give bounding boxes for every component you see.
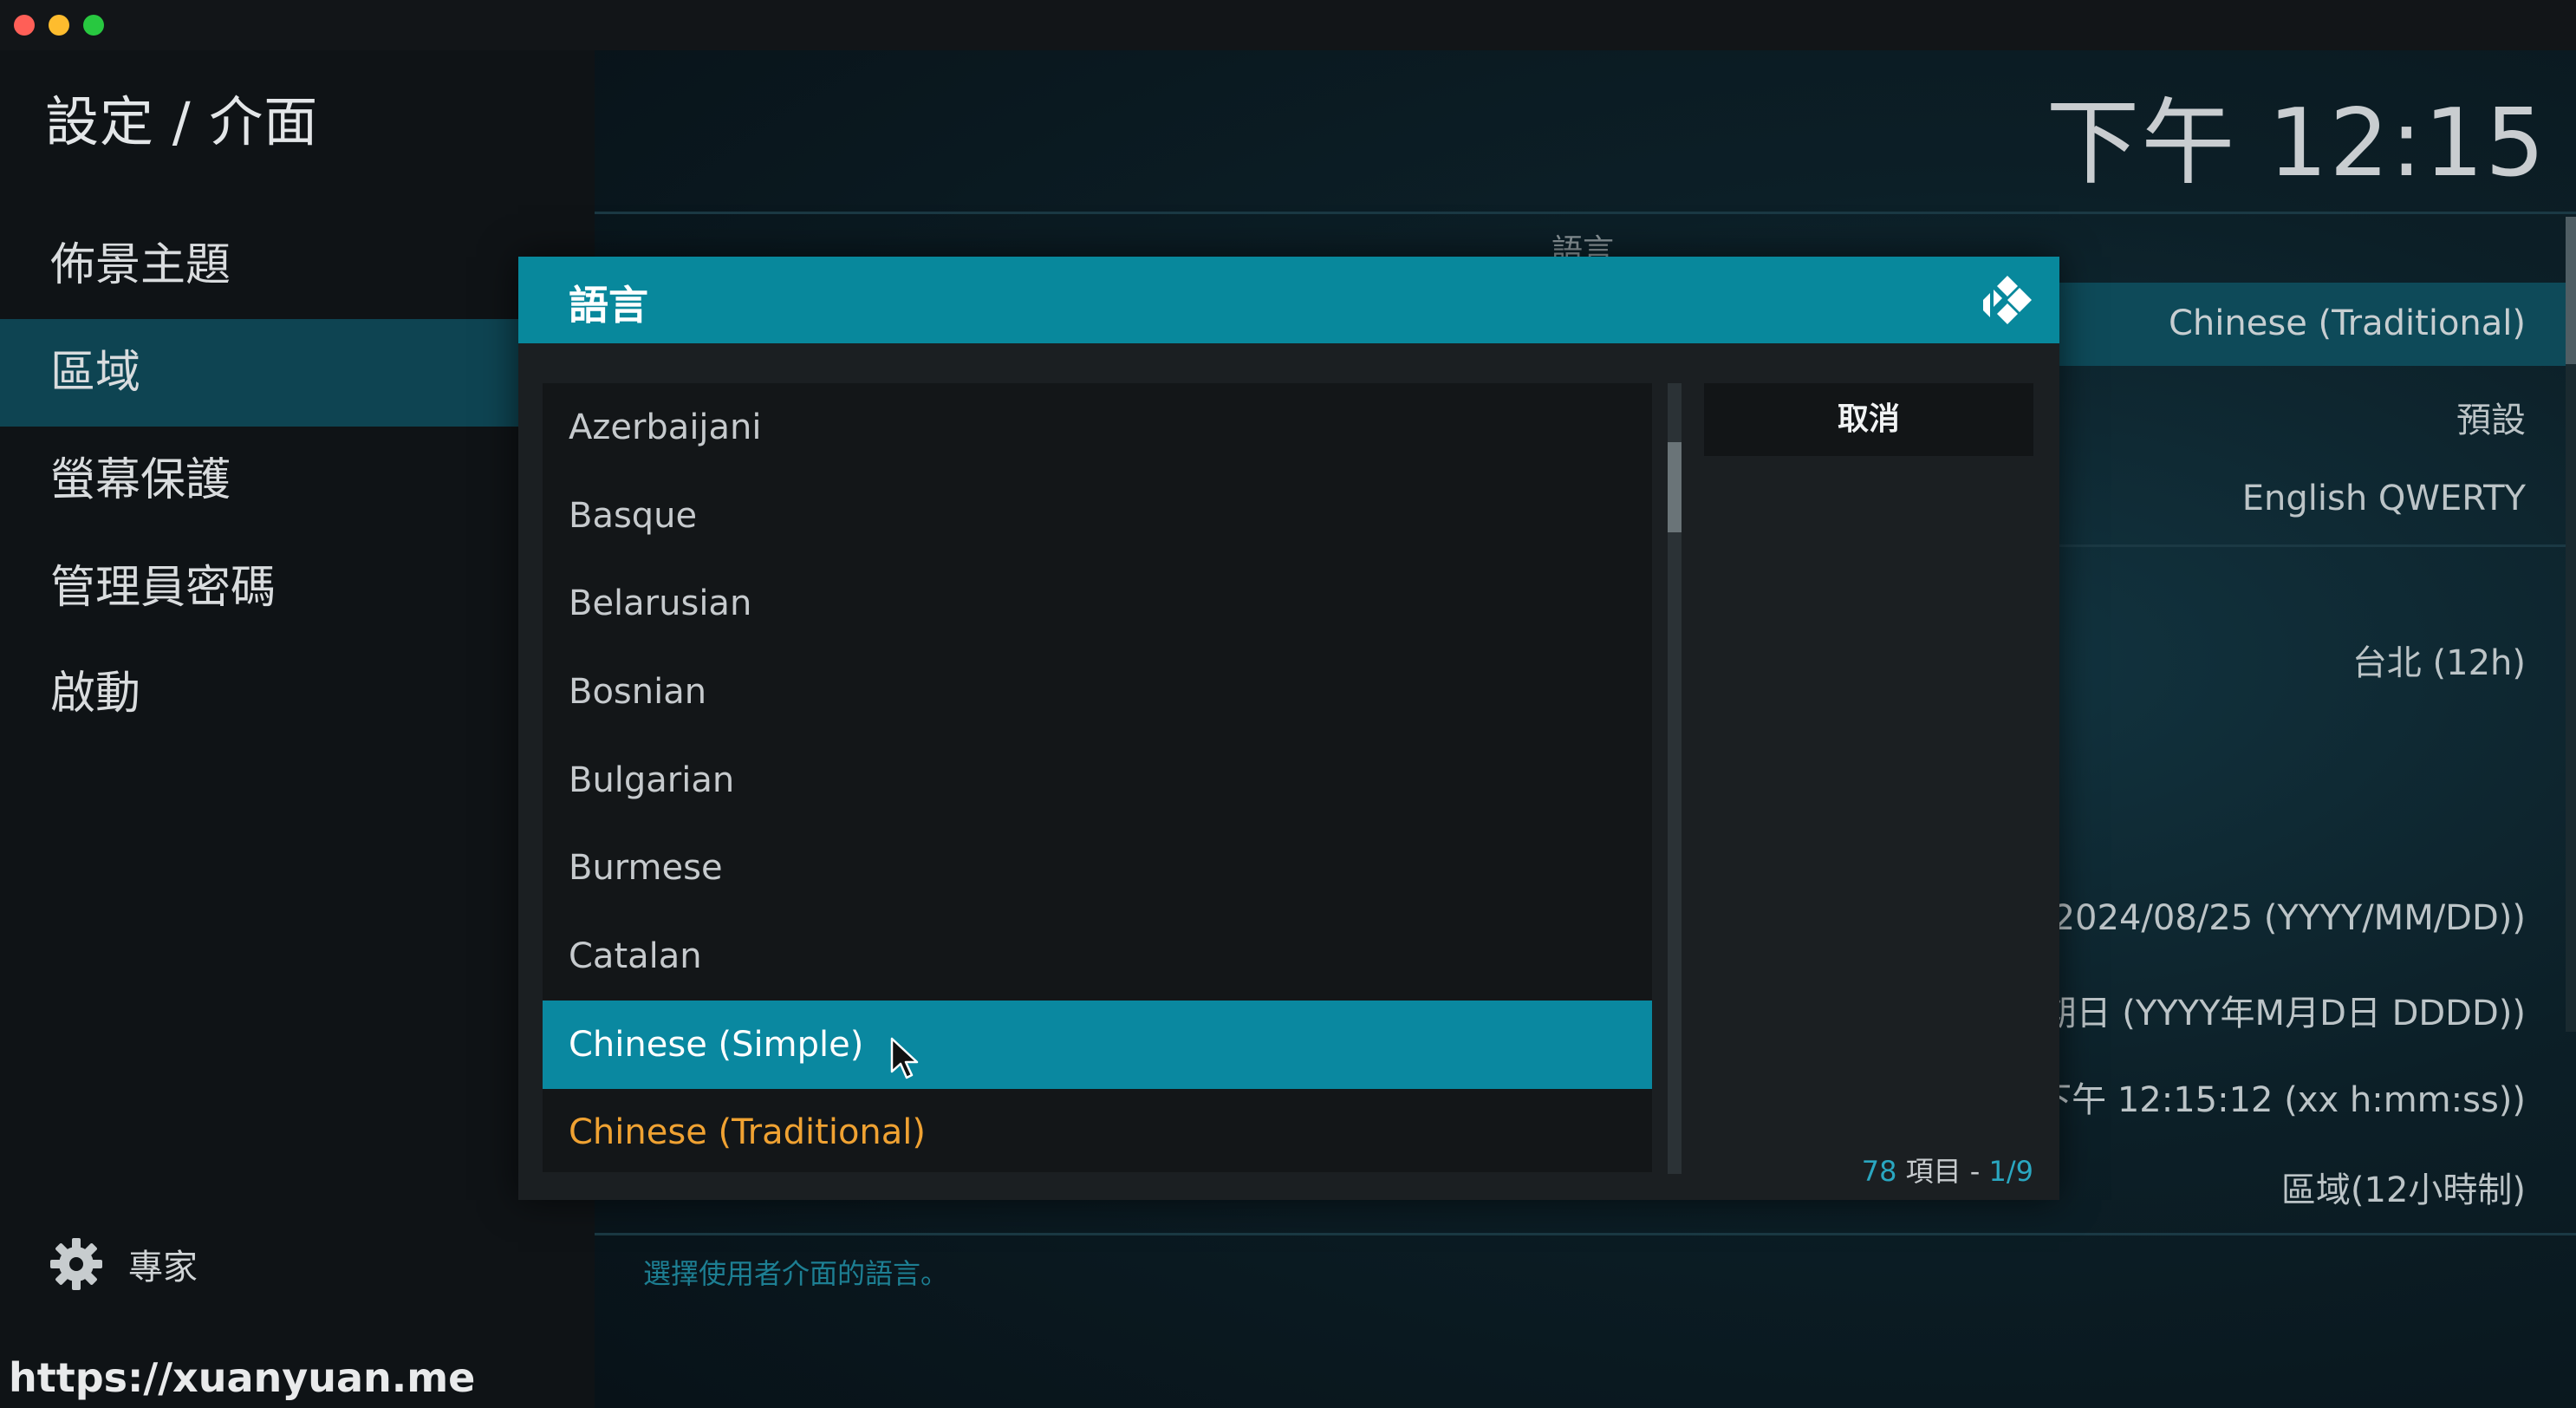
list-item[interactable]: Belarusian: [543, 559, 1652, 648]
item-count-label: 項目: [1905, 1155, 1961, 1188]
setting-value-keyboard[interactable]: English QWERTY: [2242, 479, 2526, 518]
setting-value-language[interactable]: Chinese (Traditional): [2169, 303, 2526, 343]
setting-help-text: 選擇使用者介面的語言。: [643, 1257, 949, 1290]
language-dialog: 語言 Azerbaijani Basque Belarusian Bosnian…: [518, 257, 2059, 1200]
minimize-window-button[interactable]: [49, 15, 69, 36]
page-indicator: 1/9: [1988, 1155, 2034, 1188]
maximize-window-button[interactable]: [83, 15, 104, 36]
list-item[interactable]: Bosnian: [543, 648, 1652, 736]
divider: [595, 212, 2576, 214]
settings-level-label: 專家: [128, 1248, 198, 1287]
language-list-scrollbar-thumb[interactable]: [1668, 442, 1682, 532]
setting-value-region[interactable]: 台北 (12h): [2352, 635, 2526, 685]
sidebar-item-screensaver[interactable]: 螢幕保護: [0, 427, 595, 534]
sidebar-item-startup[interactable]: 啟動: [0, 640, 595, 747]
list-item[interactable]: Azerbaijani: [543, 383, 1652, 472]
cancel-button[interactable]: 取消: [1704, 383, 2033, 456]
list-item[interactable]: Catalan: [543, 912, 1652, 1001]
close-window-button[interactable]: [14, 15, 35, 36]
watermark: https://xuanyuan.me: [9, 1354, 476, 1401]
settings-level-button[interactable]: 專家: [49, 1231, 198, 1297]
sidebar-item-regional[interactable]: 區域: [0, 319, 595, 427]
mouse-pointer-icon: [890, 1037, 919, 1079]
item-count: 78 項目 - 1/9: [1862, 1150, 2033, 1190]
setting-value-time-format[interactable]: 下午 12:15:12 (xx h:mm:ss)): [2037, 1072, 2526, 1122]
item-count-separator: -: [1969, 1155, 1981, 1188]
sidebar-item-master-lock[interactable]: 管理員密碼: [0, 534, 595, 642]
language-list[interactable]: Azerbaijani Basque Belarusian Bosnian Bu…: [543, 383, 1652, 1172]
setting-value-charset[interactable]: 預設: [2456, 392, 2526, 442]
list-item[interactable]: Bulgarian: [543, 736, 1652, 825]
setting-value-long-date[interactable]: 期日 (YYYY年M月D日 DDDD)): [2042, 985, 2527, 1035]
list-item[interactable]: Burmese: [543, 824, 1652, 912]
divider: [595, 1233, 2576, 1235]
kodi-logo-icon: [1983, 276, 2032, 324]
dialog-header: 語言: [518, 257, 2059, 343]
setting-value-short-date[interactable]: (2024/08/25 (YYYY/MM/DD)): [2039, 898, 2526, 938]
list-item[interactable]: Basque: [543, 472, 1652, 560]
breadcrumb: 設定 / 介面: [45, 90, 319, 153]
list-item-selected[interactable]: Chinese (Simple): [543, 1001, 1652, 1089]
dialog-title: 語言: [569, 282, 648, 329]
list-item-current[interactable]: Chinese (Traditional): [543, 1088, 1652, 1172]
item-count-total: 78: [1861, 1155, 1897, 1188]
clock: 下午 12:15: [2046, 89, 2547, 198]
settings-scrollbar-thumb[interactable]: [2566, 217, 2576, 364]
setting-value-24h-clock[interactable]: 區域(12小時制): [2281, 1162, 2526, 1212]
window-titlebar: [0, 0, 2576, 50]
gear-icon: [50, 1238, 102, 1290]
sidebar-item-skin[interactable]: 佈景主題: [0, 212, 595, 319]
